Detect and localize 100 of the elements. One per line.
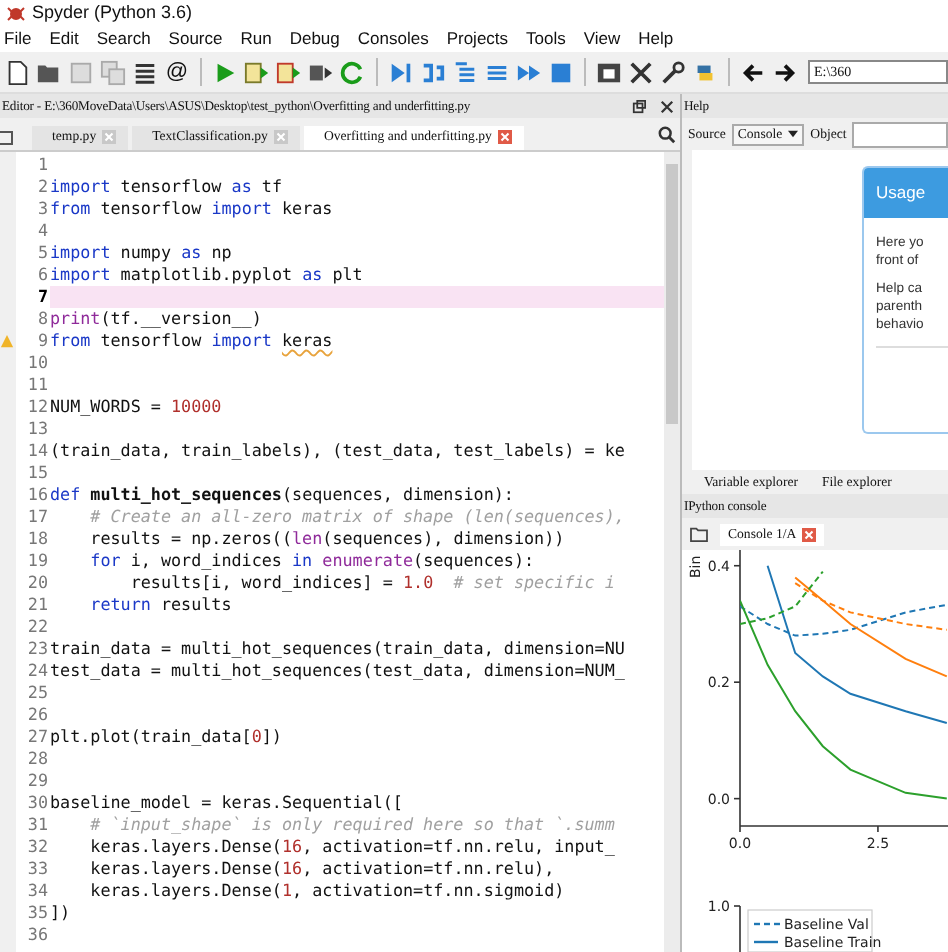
- line-number: 6: [35, 264, 50, 286]
- folder-icon[interactable]: [690, 526, 708, 542]
- line-number: 10: [25, 352, 50, 374]
- code-token: # set specific i: [451, 572, 615, 592]
- code-token: as: [302, 264, 323, 284]
- code-token: for: [88, 550, 121, 570]
- line-number: 5: [35, 242, 50, 264]
- scrollbar-thumb[interactable]: [666, 164, 678, 424]
- code-token: 1.0: [402, 572, 434, 592]
- debug-icon[interactable]: [388, 59, 414, 85]
- line-number: 35: [25, 902, 50, 924]
- code-token: numpy: [118, 242, 174, 262]
- code-token: test_data = multi_hot_sequences(test_data, dimension=NUM_: [50, 660, 625, 680]
- run-cell-icon[interactable]: [244, 59, 270, 85]
- code-token: results: [158, 594, 232, 614]
- list-icon[interactable]: [132, 59, 158, 85]
- menu-item[interactable]: Search: [96, 28, 151, 48]
- line-number: 26: [25, 704, 50, 726]
- menu-item[interactable]: File: [4, 28, 32, 48]
- line-number: 25: [25, 682, 50, 704]
- line-number: 21: [25, 594, 50, 616]
- new-file-icon[interactable]: [4, 59, 30, 85]
- line-number: 7: [35, 286, 50, 308]
- code-token: as: [231, 176, 252, 196]
- menu-item[interactable]: Tools: [526, 28, 566, 48]
- code-token: (sequences, dimension):: [281, 484, 514, 504]
- code-token: plt.plot(train_data[: [50, 726, 252, 746]
- code-token: 10000: [171, 396, 222, 416]
- stop-icon[interactable]: [548, 59, 574, 85]
- code-editor[interactable]: [0, 152, 680, 952]
- back-arrow-icon[interactable]: [740, 59, 766, 85]
- line-number: 14: [25, 440, 50, 462]
- menu-item[interactable]: Edit: [49, 28, 79, 48]
- close-icon[interactable]: [660, 99, 674, 113]
- y-axis: [733, 905, 741, 952]
- code-token: (tf.__version__): [100, 308, 262, 328]
- code-token: 16: [281, 858, 303, 878]
- menu-item[interactable]: Debug: [289, 28, 340, 48]
- code-token: print: [50, 308, 101, 328]
- line-number: 22: [25, 616, 50, 638]
- wrench-icon[interactable]: [660, 59, 686, 85]
- menu-item[interactable]: Run: [240, 28, 272, 48]
- menu-item[interactable]: Projects: [446, 28, 509, 48]
- step-icon[interactable]: [420, 59, 446, 85]
- search-icon[interactable]: [658, 126, 676, 144]
- code-token: # Create an all-zero matrix of shape (len(sequences),: [88, 506, 625, 526]
- code-token: keras.layers.Dense(: [88, 858, 282, 878]
- menu-item[interactable]: Source: [168, 28, 223, 48]
- code-token: return: [88, 594, 151, 614]
- run-cell-advance-icon[interactable]: [276, 59, 302, 85]
- code-token: tensorflow: [98, 198, 204, 218]
- code-token: tensorflow: [118, 176, 224, 196]
- code-token: (train_data, train_labels), (test_data, test_labels) = ke: [50, 440, 625, 460]
- code-token: keras.layers.Dense(: [88, 836, 282, 856]
- code-token: import: [50, 242, 111, 262]
- line-number: 29: [25, 770, 50, 792]
- code-token: baseline_model = keras.Sequential([: [50, 792, 403, 812]
- run-icon[interactable]: [212, 59, 238, 85]
- code-token: train_data = multi_hot_sequences(train_data, dimension=NU: [50, 638, 625, 658]
- code-token: from: [50, 330, 91, 350]
- line-number: 17: [25, 506, 50, 528]
- code-token: keras: [281, 330, 333, 350]
- code-token: ]): [50, 902, 71, 922]
- code-token: , activation=tf.nn.sigmoid): [292, 880, 565, 900]
- at-sign-button[interactable]: @: [164, 60, 190, 84]
- line-number: 31: [25, 814, 50, 836]
- code-token: NUM_WORDS =: [50, 396, 163, 416]
- scrollbar-track[interactable]: [664, 152, 680, 952]
- line-number: 27: [25, 726, 50, 748]
- browse-tabs-icon[interactable]: [0, 126, 16, 146]
- maximize-pane-icon[interactable]: [596, 59, 622, 85]
- menu-item[interactable]: View: [583, 28, 621, 48]
- line-number: 24: [25, 660, 50, 682]
- fullscreen-icon[interactable]: [628, 59, 654, 85]
- menu-item[interactable]: Help: [638, 28, 674, 48]
- code-token: plt: [330, 264, 363, 284]
- forward-arrow-icon[interactable]: [772, 59, 798, 85]
- line-number: 4: [35, 220, 50, 242]
- code-token: tf: [259, 176, 283, 196]
- code-token: i, word_indices: [128, 550, 284, 570]
- code-token: multi_hot_sequences: [90, 484, 282, 504]
- code-token: import: [50, 176, 111, 196]
- code-token: from: [50, 198, 91, 218]
- line-number: 1: [35, 154, 50, 176]
- object-field[interactable]: [852, 121, 948, 147]
- line-number: 3: [35, 198, 50, 220]
- code-token: (sequences), dimension)): [322, 528, 565, 548]
- spider-icon: [6, 3, 26, 21]
- line-number: 19: [25, 550, 50, 572]
- code-token: len: [292, 528, 323, 548]
- line-number: 33: [25, 858, 50, 880]
- menu-item[interactable]: Consoles: [357, 28, 429, 48]
- code-token: 0: [251, 726, 262, 746]
- line-number: 20: [25, 572, 50, 594]
- code-token: results[i, word_indices] =: [128, 572, 395, 592]
- code-token: , activation=tf.nn.relu, input_: [302, 836, 615, 856]
- undock-icon[interactable]: [632, 99, 646, 113]
- code-token: ]): [261, 726, 282, 746]
- code-token: in: [292, 550, 315, 570]
- step-into-icon[interactable]: [452, 59, 478, 85]
